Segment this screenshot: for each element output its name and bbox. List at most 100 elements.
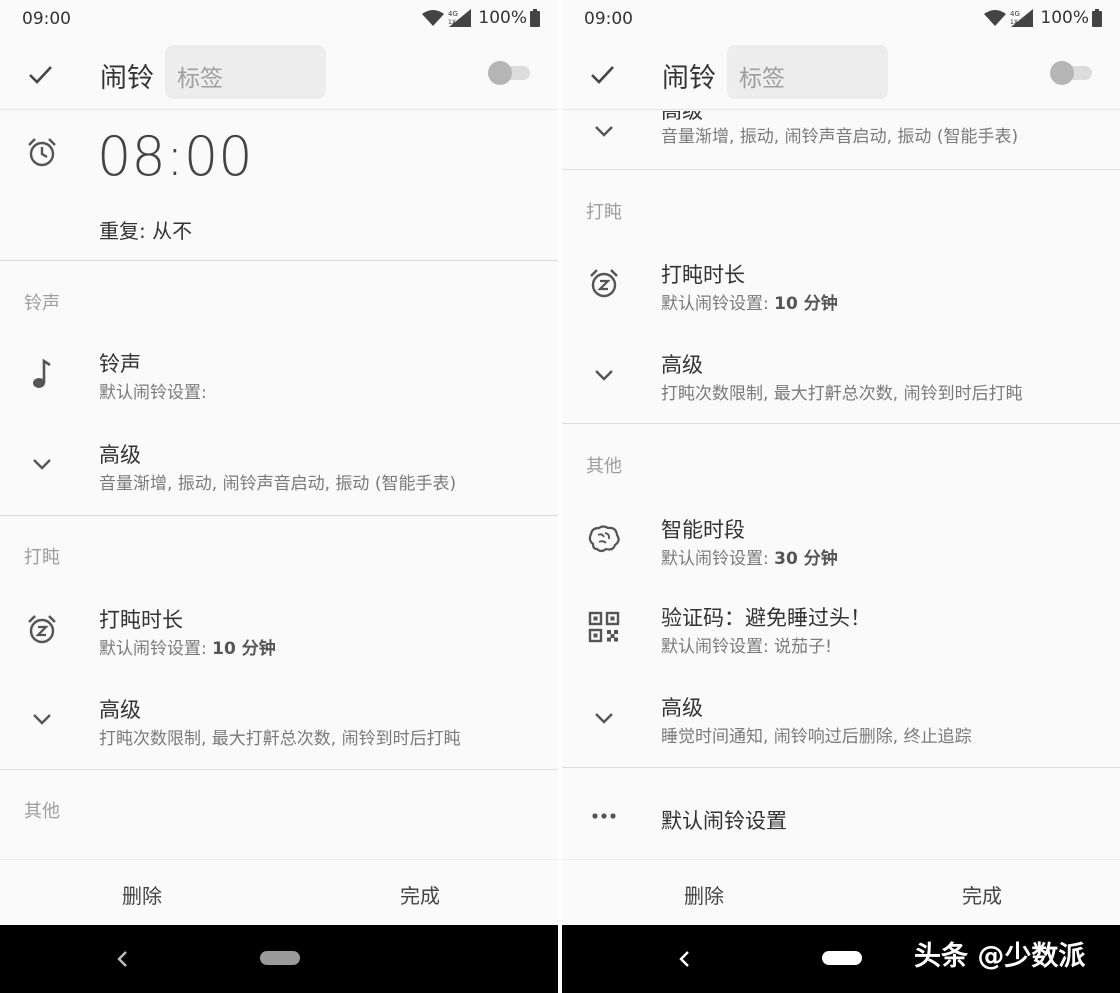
snooze-advanced-subtitle: 打盹次数限制, 最大打鼾总次数, 闹铃到时后打盹 bbox=[661, 384, 1023, 404]
captcha-subtitle: 默认闹铃设置: 说茄子! bbox=[661, 637, 832, 657]
alarm-edit-header: 闹铃 标签 bbox=[562, 38, 1120, 110]
done-button[interactable]: 完成 bbox=[962, 880, 1002, 909]
captcha-row[interactable]: 验证码：避免睡过头！ 默认闹铃设置: 说茄子! bbox=[562, 588, 1120, 668]
ringtone-subtitle: 默认闹铃设置: bbox=[99, 383, 207, 403]
section-header-ringtone: 铃声 bbox=[24, 293, 60, 314]
section-header-snooze: 打盹 bbox=[586, 202, 622, 223]
chevron-down-icon bbox=[586, 113, 622, 149]
chevron-down-icon bbox=[24, 446, 60, 482]
signal-icon: 4G1X bbox=[1010, 9, 1034, 27]
ringtone-advanced-subtitle: 音量渐增, 振动, 闹铃声音启动, 振动 (智能手表) bbox=[99, 474, 457, 494]
header-title: 闹铃 bbox=[662, 63, 716, 94]
snooze-duration-value: 10 分钟 bbox=[774, 294, 838, 314]
brain-icon bbox=[586, 521, 622, 557]
smart-period-value: 30 分钟 bbox=[774, 549, 838, 569]
done-button[interactable]: 完成 bbox=[400, 880, 440, 909]
captcha-title: 验证码：避免睡过头！ bbox=[661, 606, 871, 630]
divider bbox=[562, 423, 1120, 424]
snooze-advanced-title: 高级 bbox=[99, 698, 141, 722]
wifi-icon bbox=[984, 10, 1007, 26]
home-pill[interactable] bbox=[260, 951, 300, 965]
back-icon[interactable] bbox=[674, 947, 696, 971]
default-settings-title: 默认闹铃设置 bbox=[661, 809, 787, 833]
status-icons: 4G 1X 100% bbox=[422, 8, 540, 28]
status-bar: 09:00 4G 1X 100% bbox=[0, 0, 558, 38]
status-time: 09:00 bbox=[22, 9, 71, 29]
label-input[interactable]: 标签 bbox=[727, 45, 888, 99]
system-nav-bar bbox=[0, 925, 558, 993]
divider bbox=[0, 769, 558, 770]
delete-button[interactable]: 删除 bbox=[122, 880, 162, 909]
home-pill[interactable] bbox=[822, 951, 862, 965]
chevron-down-icon bbox=[586, 700, 622, 736]
music-note-icon bbox=[24, 356, 60, 392]
network-type: 4G bbox=[448, 10, 458, 18]
ringtone-row[interactable]: 铃声 默认闹铃设置: bbox=[0, 336, 558, 416]
more-horizontal-icon bbox=[586, 798, 622, 834]
header-title: 闹铃 bbox=[100, 63, 154, 94]
phone-screen-left: 09:00 4G 1X 100% 闹铃 标签 08:00 重复: 从不 铃声 铃… bbox=[0, 0, 558, 993]
chevron-down-icon bbox=[24, 701, 60, 737]
ringtone-title: 铃声 bbox=[99, 352, 141, 376]
snooze-duration-title: 打盹时长 bbox=[661, 263, 745, 287]
delete-button[interactable]: 删除 bbox=[684, 880, 724, 909]
settings-list[interactable]: 08:00 重复: 从不 铃声 铃声 默认闹铃设置: 高级 音量渐增, 振动, … bbox=[0, 111, 558, 859]
snooze-advanced-row[interactable]: 高级 打盹次数限制, 最大打鼾总次数, 闹铃到时后打盹 bbox=[0, 681, 558, 761]
snooze-icon bbox=[586, 266, 622, 302]
alarm-enable-toggle[interactable] bbox=[1048, 60, 1094, 86]
back-icon[interactable] bbox=[112, 947, 134, 971]
toggle-knob bbox=[1050, 61, 1074, 85]
snooze-duration-row[interactable]: 打盹时长 默认闹铃设置: 10 分钟 bbox=[0, 591, 558, 671]
status-icons: 4G 1X 100% bbox=[984, 8, 1102, 28]
ringtone-advanced-title: 高级 bbox=[99, 443, 141, 467]
smart-period-prefix: 默认闹铃设置: bbox=[661, 549, 775, 569]
alarm-time-row[interactable]: 08:00 重复: 从不 bbox=[0, 111, 558, 261]
smart-period-title: 智能时段 bbox=[661, 518, 745, 542]
alarm-enable-toggle[interactable] bbox=[486, 60, 532, 86]
repeat-setting[interactable]: 重复: 从不 bbox=[99, 215, 192, 244]
smart-period-row[interactable]: 智能时段 默认闹铃设置: 30 分钟 bbox=[562, 500, 1120, 580]
network-type: 4G bbox=[1010, 10, 1020, 18]
network-subtype: 1X bbox=[1010, 19, 1018, 26]
snooze-advanced-row[interactable]: 高级 打盹次数限制, 最大打鼾总次数, 闹铃到时后打盹 bbox=[562, 335, 1120, 415]
default-settings-row[interactable]: 默认闹铃设置 bbox=[562, 781, 1120, 851]
smart-period-subtitle: 默认闹铃设置: 30 分钟 bbox=[661, 544, 838, 569]
battery-icon bbox=[1092, 9, 1102, 27]
divider bbox=[562, 169, 1120, 170]
snooze-duration-value: 10 分钟 bbox=[212, 639, 276, 659]
status-time: 09:00 bbox=[584, 9, 633, 29]
label-input[interactable]: 标签 bbox=[165, 45, 326, 99]
battery-percent: 100% bbox=[478, 8, 527, 28]
snooze-duration-title: 打盹时长 bbox=[99, 608, 183, 632]
toggle-knob bbox=[488, 61, 512, 85]
snooze-icon bbox=[24, 612, 60, 648]
qr-code-icon bbox=[586, 609, 622, 645]
check-icon[interactable] bbox=[26, 60, 54, 88]
check-icon[interactable] bbox=[588, 60, 616, 88]
chevron-down-icon bbox=[586, 357, 622, 393]
ringtone-advanced-row[interactable]: 高级 音量渐增, 振动, 闹铃声音启动, 振动 (智能手表) bbox=[0, 426, 558, 506]
other-advanced-subtitle: 睡觉时间通知, 闹铃响过后删除, 终止追踪 bbox=[661, 727, 972, 747]
ringtone-advanced-row[interactable]: 高级 音量渐增, 振动, 闹铃声音启动, 振动 (智能手表) bbox=[562, 111, 1120, 165]
alarm-edit-header: 闹铃 标签 bbox=[0, 38, 558, 110]
snooze-duration-subtitle: 默认闹铃设置: 10 分钟 bbox=[661, 289, 838, 314]
snooze-advanced-subtitle: 打盹次数限制, 最大打鼾总次数, 闹铃到时后打盹 bbox=[99, 729, 461, 749]
battery-percent: 100% bbox=[1040, 8, 1089, 28]
battery-icon bbox=[530, 9, 540, 27]
snooze-duration-row[interactable]: 打盹时长 默认闹铃设置: 10 分钟 bbox=[562, 245, 1120, 325]
section-header-other: 其他 bbox=[586, 456, 622, 477]
settings-list[interactable]: 高级 音量渐增, 振动, 闹铃声音启动, 振动 (智能手表) 打盹 打盹时长 默… bbox=[562, 111, 1120, 859]
watermark: 头条 @少数派 bbox=[914, 941, 1086, 972]
bottom-action-bar: 删除 完成 bbox=[562, 859, 1120, 925]
phone-screen-right: 09:00 4G 1X 100% 闹铃 标签 高级 音量渐增, 振动, 闹铃声音启… bbox=[562, 0, 1120, 993]
snooze-duration-subtitle: 默认闹铃设置: 10 分钟 bbox=[99, 634, 276, 659]
ringtone-advanced-subtitle: 音量渐增, 振动, 闹铃声音启动, 振动 (智能手表) bbox=[661, 127, 1019, 147]
wifi-icon bbox=[422, 10, 445, 26]
section-header-snooze: 打盹 bbox=[24, 547, 60, 568]
snooze-duration-prefix: 默认闹铃设置: bbox=[99, 639, 213, 659]
other-advanced-row[interactable]: 高级 睡觉时间通知, 闹铃响过后删除, 终止追踪 bbox=[562, 678, 1120, 758]
bottom-action-bar: 删除 完成 bbox=[0, 859, 558, 925]
other-advanced-title: 高级 bbox=[661, 696, 703, 720]
alarm-time[interactable]: 08:00 bbox=[97, 125, 253, 188]
snooze-duration-prefix: 默认闹铃设置: bbox=[661, 294, 775, 314]
